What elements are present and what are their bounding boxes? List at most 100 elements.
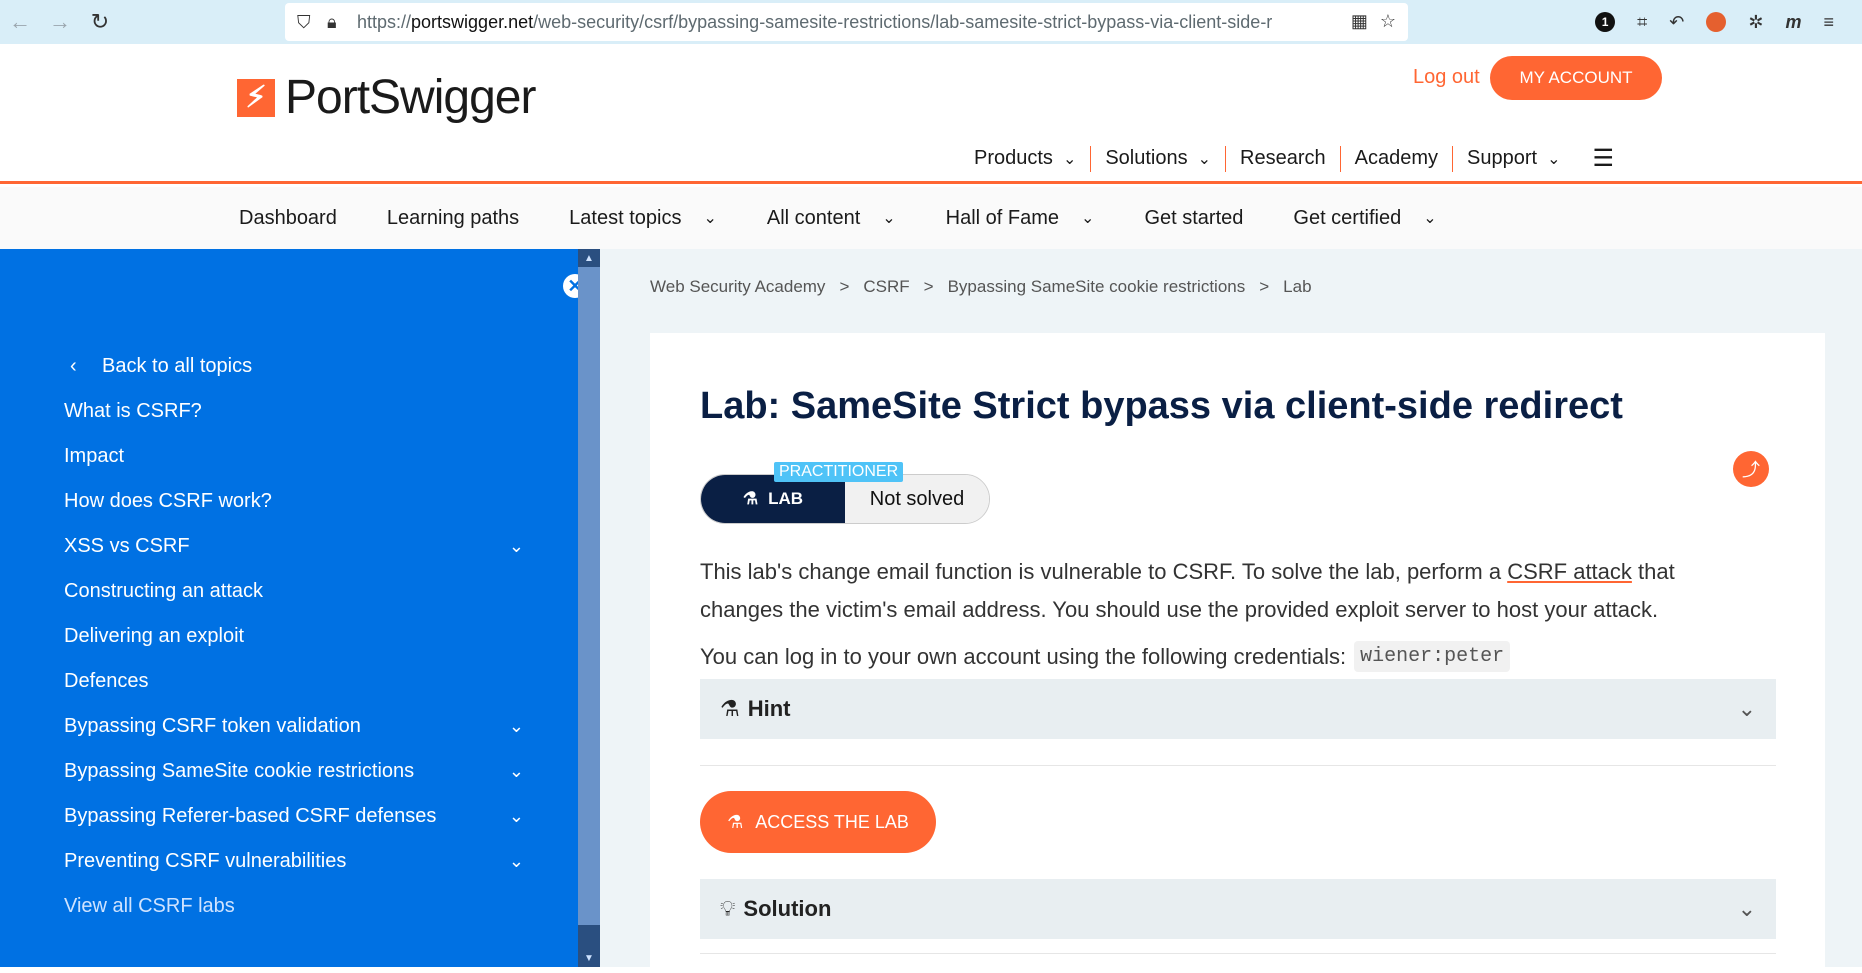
subnav-get-certified[interactable]: Get certified ⌄ xyxy=(1293,207,1436,230)
chevron-down-icon[interactable]: ⌄ xyxy=(509,761,524,782)
breadcrumb-csrf[interactable]: CSRF xyxy=(863,277,909,297)
scroll-up-icon[interactable]: ▲ xyxy=(578,249,600,267)
divider xyxy=(700,953,1776,954)
academy-sub-nav: Dashboard Learning paths Latest topics ⌄ … xyxy=(0,187,1862,249)
sidebar-item-constructing-attack[interactable]: Constructing an attack xyxy=(64,569,524,614)
url-text[interactable]: https://portswigger.net/web-security/csr… xyxy=(357,12,1317,33)
flask-icon: ⚗ xyxy=(720,696,740,721)
chevron-down-icon[interactable]: ⌄ xyxy=(509,851,524,872)
nav-support-label: Support xyxy=(1467,147,1538,169)
settings-extension-icon[interactable]: ✲ xyxy=(1748,12,1763,33)
solution-label: Solution xyxy=(743,896,832,921)
breadcrumb-separator: > xyxy=(839,277,850,296)
subnav-all-content[interactable]: All content ⌄ xyxy=(767,207,896,230)
qr-code-icon[interactable]: ▦ xyxy=(1351,11,1368,32)
subnav-latest-topics[interactable]: Latest topics ⌄ xyxy=(569,207,717,230)
nav-products[interactable]: Products ⌄ xyxy=(960,145,1092,172)
hint-accordion[interactable]: ⚗ Hint ⌄ xyxy=(700,679,1776,739)
lab-card: Lab: SameSite Strict bypass via client-s… xyxy=(650,333,1825,973)
access-lab-button[interactable]: ⚗ ACCESS THE LAB xyxy=(700,791,936,853)
chevron-down-icon[interactable]: ⌄ xyxy=(509,806,524,827)
sidebar-item-label: Delivering an exploit xyxy=(64,625,245,647)
sidebar-item-impact[interactable]: Impact xyxy=(64,434,524,479)
portswigger-logo[interactable]: ⚡︎ PortSwigger xyxy=(237,70,536,125)
subnav-get-started[interactable]: Get started xyxy=(1144,207,1243,230)
chevron-down-icon[interactable]: ⌄ xyxy=(509,536,524,557)
my-account-button[interactable]: MY ACCOUNT xyxy=(1490,56,1662,100)
access-lab-label: ACCESS THE LAB xyxy=(755,811,909,832)
chevron-down-icon: ⌄ xyxy=(1547,150,1561,168)
sidebar-item-delivering-exploit[interactable]: Delivering an exploit xyxy=(64,614,524,659)
sidebar-item-xss-vs-csrf[interactable]: XSS vs CSRF ⌄ xyxy=(64,524,524,569)
reload-icon[interactable]: ↻ xyxy=(80,0,120,44)
breadcrumb-academy[interactable]: Web Security Academy xyxy=(650,277,825,297)
lab-description: This lab's change email function is vuln… xyxy=(700,553,1760,629)
breadcrumb-samesite[interactable]: Bypassing SameSite cookie restrictions xyxy=(948,277,1246,297)
url-path: /web-security/csrf/bypassing-samesite-re… xyxy=(533,11,1273,32)
brand-name: PortSwigger xyxy=(285,71,536,124)
chevron-down-icon: ⌄ xyxy=(1737,896,1756,921)
logout-link[interactable]: Log out xyxy=(1413,66,1480,89)
logo-mark-icon: ⚡︎ xyxy=(237,78,275,117)
shield-icon: ⛉ xyxy=(297,11,311,32)
sidebar-item-label: XSS vs CSRF xyxy=(64,535,190,557)
lock-icon: 🔒︎ xyxy=(327,11,337,32)
undo-icon[interactable]: ↶ xyxy=(1669,12,1684,33)
scrollbar-thumb[interactable] xyxy=(578,267,600,925)
nav-academy[interactable]: Academy xyxy=(1341,145,1454,172)
divider xyxy=(700,765,1776,766)
sidebar-item-preventing-csrf[interactable]: Preventing CSRF vulnerabilities ⌄ xyxy=(64,839,524,884)
forward-arrow-icon[interactable]: → xyxy=(40,0,80,44)
chevron-down-icon: ⌄ xyxy=(1737,696,1756,721)
csrf-attack-link[interactable]: CSRF attack xyxy=(1507,559,1632,584)
share-icon[interactable]: ⤴ xyxy=(1733,451,1769,487)
sidebar-item-label: How does CSRF work? xyxy=(64,490,272,512)
subnav-dashboard[interactable]: Dashboard xyxy=(239,207,337,230)
scroll-down-icon[interactable]: ▼ xyxy=(578,949,600,967)
url-host: portswigger.net xyxy=(411,11,534,32)
chevron-down-icon[interactable]: ⌄ xyxy=(509,716,524,737)
back-arrow-icon[interactable]: ← xyxy=(0,0,40,44)
sidebar-item-label: Back to all topics xyxy=(102,355,253,377)
sidebar-item-what-is-csrf[interactable]: What is CSRF? xyxy=(64,389,524,434)
sidebar-item-defences[interactable]: Defences xyxy=(64,659,524,704)
breadcrumb: Web Security Academy > CSRF > Bypassing … xyxy=(650,277,1312,297)
sidebar-item-view-all-labs[interactable]: View all CSRF labs xyxy=(64,884,524,929)
flask-icon: ⚗ xyxy=(727,811,744,832)
address-bar[interactable]: ⛉ 🔒︎ https://portswigger.net/web-securit… xyxy=(285,3,1408,41)
menu-icon[interactable]: ≡ xyxy=(1823,12,1834,33)
sidebar-item-label: Impact xyxy=(64,445,125,467)
sidebar-item-bypassing-referer[interactable]: Bypassing Referer-based CSRF defenses ⌄ xyxy=(64,794,524,839)
subnav-learning-paths-label: Learning paths xyxy=(386,206,520,229)
sidebar-item-back[interactable]: Back to all topics ‹ xyxy=(64,344,524,389)
url-scheme: https:// xyxy=(357,11,412,32)
subnav-latest-topics-label: Latest topics xyxy=(569,206,682,229)
nav-support[interactable]: Support ⌄ xyxy=(1453,146,1574,172)
topic-sidebar: ✕ Back to all topics ‹ What is CSRF? Impa… xyxy=(0,249,587,967)
nav-solutions[interactable]: Solutions ⌄ xyxy=(1091,145,1227,172)
m-extension-icon[interactable]: m xyxy=(1785,12,1801,33)
subnav-learning-paths[interactable]: Learning paths xyxy=(387,207,519,230)
breadcrumb-lab[interactable]: Lab xyxy=(1283,277,1311,297)
hamburger-menu-icon[interactable]: ☰ xyxy=(1592,144,1614,173)
sidebar-item-bypassing-samesite[interactable]: Bypassing SameSite cookie restrictions ⌄ xyxy=(64,749,524,794)
chevron-down-icon: ⌄ xyxy=(1062,150,1077,168)
sidebar-item-label: View all CSRF labs xyxy=(64,895,235,917)
sidebar-item-label: Preventing CSRF vulnerabilities xyxy=(64,850,347,872)
extension-icon[interactable] xyxy=(1706,12,1727,32)
crop-icon[interactable]: ⌗ xyxy=(1637,12,1647,33)
page-title: Lab: SameSite Strict bypass via client-s… xyxy=(700,385,1623,427)
level-badge: PRACTITIONER xyxy=(774,462,904,482)
subnav-hall-of-fame[interactable]: Hall of Fame ⌄ xyxy=(946,207,1095,230)
sidebar-item-label: What is CSRF? xyxy=(64,400,202,422)
sidebar-scrollbar[interactable]: ▲ ▼ xyxy=(578,249,600,967)
extension-badge-icon[interactable]: 1 xyxy=(1595,12,1616,32)
nav-research[interactable]: Research xyxy=(1226,145,1341,172)
solution-accordion[interactable]: 💡︎ Solution ⌄ xyxy=(700,879,1776,939)
sidebar-item-bypassing-token[interactable]: Bypassing CSRF token validation ⌄ xyxy=(64,704,524,749)
chevron-down-icon: ⌄ xyxy=(1081,210,1095,227)
credentials-code: wiener:peter xyxy=(1354,641,1511,672)
subnav-all-content-label: All content xyxy=(766,206,861,229)
bookmark-star-icon[interactable]: ☆ xyxy=(1380,11,1396,32)
sidebar-item-how-csrf-works[interactable]: How does CSRF work? xyxy=(64,479,524,524)
